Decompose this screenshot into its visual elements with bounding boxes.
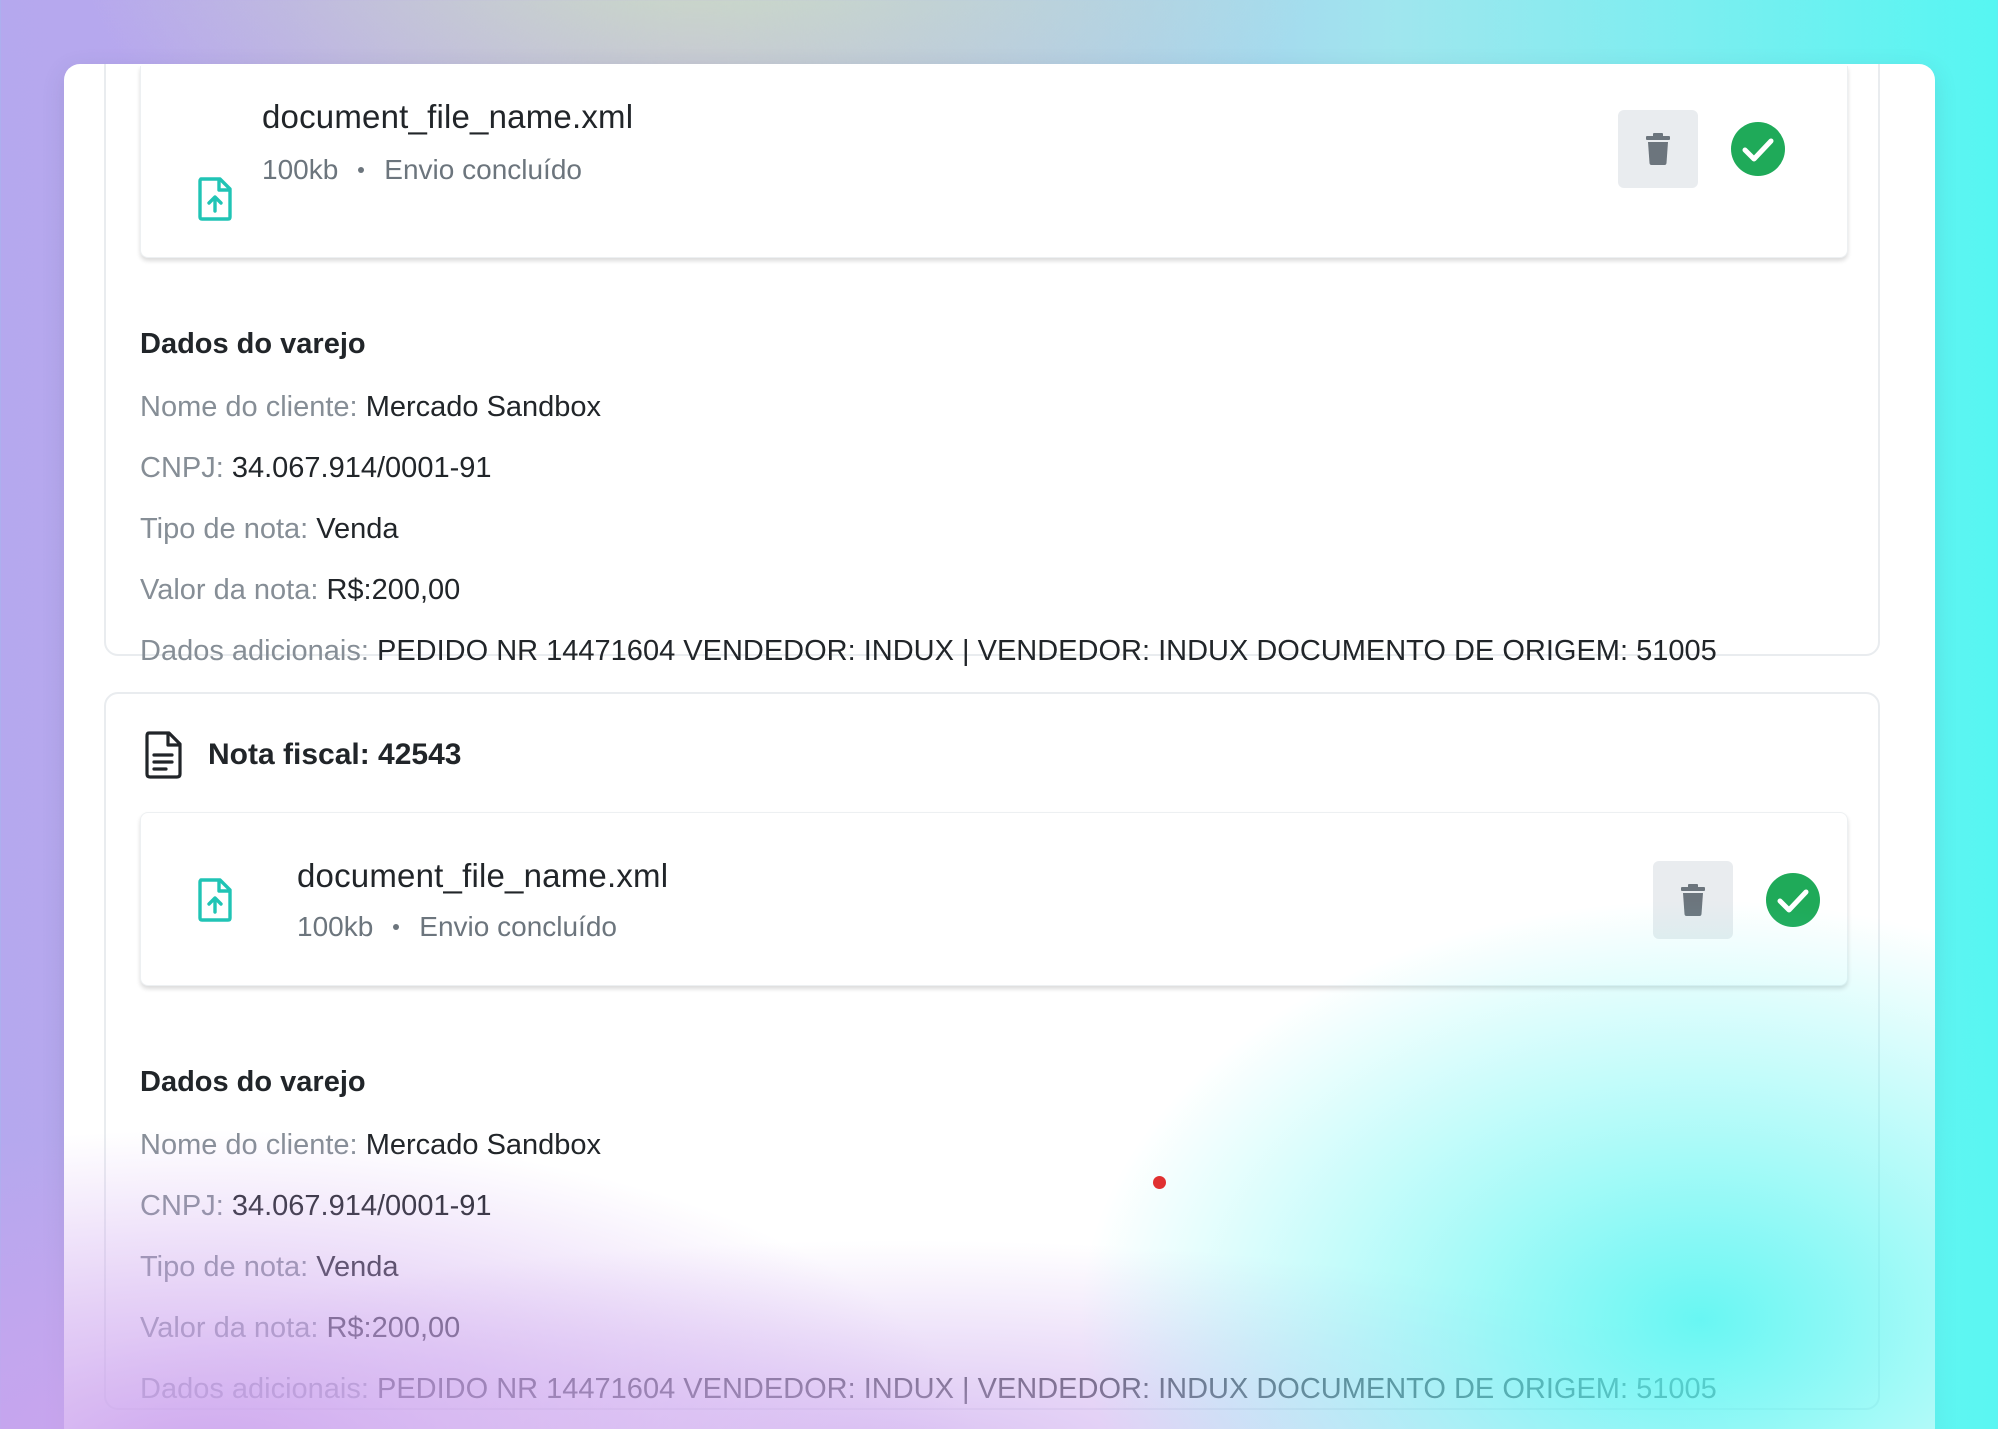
cnpj-value: 34.067.914/0001-91 bbox=[231, 452, 492, 484]
note-amount-value: R$:200,00 bbox=[326, 574, 461, 606]
retail-details: Dados do varejo Nome do cliente: Mercado… bbox=[140, 1064, 1717, 1407]
check-circle-icon bbox=[1766, 873, 1820, 927]
file-meta: 100kb Envio concluído bbox=[262, 154, 582, 186]
note-amount-label: Valor da nota: bbox=[140, 574, 319, 606]
cnpj-row: CNPJ: 34.067.914/0001-91 bbox=[140, 450, 1717, 486]
separator-dot bbox=[358, 167, 365, 173]
note-amount-value: R$:200,00 bbox=[326, 1312, 461, 1344]
retail-details: Dados do varejo Nome do cliente: Mercado… bbox=[140, 326, 1717, 669]
note-type-label: Tipo de nota: bbox=[140, 1251, 309, 1283]
invoice-header: Nota fiscal: 42543 bbox=[142, 730, 461, 780]
client-name-label: Nome do cliente: bbox=[140, 391, 358, 423]
cnpj-label: CNPJ: bbox=[140, 1190, 224, 1222]
client-name-label: Nome do cliente: bbox=[140, 1129, 358, 1161]
invoice-title: Nota fiscal: 42543 bbox=[208, 738, 462, 771]
pointer-indicator bbox=[1153, 1176, 1166, 1189]
cnpj-row: CNPJ: 34.067.914/0001-91 bbox=[140, 1188, 1717, 1224]
file-upload-icon bbox=[198, 177, 232, 221]
note-amount-row: Valor da nota: R$:200,00 bbox=[140, 572, 1717, 608]
check-circle-icon bbox=[1731, 122, 1785, 176]
file-size: 100kb bbox=[297, 911, 374, 942]
client-name-value: Mercado Sandbox bbox=[365, 1129, 602, 1161]
client-name-row: Nome do cliente: Mercado Sandbox bbox=[140, 1127, 1717, 1163]
note-type-value: Venda bbox=[316, 1251, 399, 1283]
section-title: Dados do varejo bbox=[140, 1066, 366, 1098]
invoice-list-panel: document_file_name.xml 100kb Envio concl… bbox=[64, 64, 1935, 1429]
additional-data-value: PEDIDO NR 14471604 VENDEDOR: INDUX | VEN… bbox=[376, 635, 1717, 667]
trash-icon bbox=[1646, 133, 1670, 165]
note-type-value: Venda bbox=[316, 513, 399, 545]
additional-data-label: Dados adicionais: bbox=[140, 635, 369, 667]
section-title: Dados do varejo bbox=[140, 328, 366, 360]
file-name: document_file_name.xml bbox=[262, 98, 634, 135]
cnpj-value: 34.067.914/0001-91 bbox=[231, 1190, 492, 1222]
additional-data-row: Dados adicionais: PEDIDO NR 14471604 VEN… bbox=[140, 633, 1717, 669]
client-name-value: Mercado Sandbox bbox=[365, 391, 602, 423]
additional-data-row: Dados adicionais: PEDIDO NR 14471604 VEN… bbox=[140, 1371, 1717, 1407]
additional-data-label: Dados adicionais: bbox=[140, 1373, 369, 1405]
note-type-label: Tipo de nota: bbox=[140, 513, 309, 545]
note-amount-row: Valor da nota: R$:200,00 bbox=[140, 1310, 1717, 1346]
file-size: 100kb bbox=[262, 154, 339, 185]
note-amount-label: Valor da nota: bbox=[140, 1312, 319, 1344]
document-icon bbox=[145, 731, 182, 779]
invoice-card: Nota fiscal: 42543 document_file_name.xm… bbox=[104, 692, 1880, 1410]
delete-file-button[interactable] bbox=[1653, 861, 1733, 939]
upload-status: Envio concluído bbox=[384, 154, 582, 185]
note-type-row: Tipo de nota: Venda bbox=[140, 1249, 1717, 1285]
additional-data-value: PEDIDO NR 14471604 VENDEDOR: INDUX | VEN… bbox=[376, 1373, 1717, 1405]
file-meta: 100kb Envio concluído bbox=[297, 911, 617, 943]
invoice-card: document_file_name.xml 100kb Envio concl… bbox=[104, 64, 1880, 667]
note-type-row: Tipo de nota: Venda bbox=[140, 511, 1717, 547]
file-name: document_file_name.xml bbox=[297, 857, 669, 894]
client-name-row: Nome do cliente: Mercado Sandbox bbox=[140, 389, 1717, 425]
uploaded-file-item: document_file_name.xml 100kb Envio concl… bbox=[140, 812, 1848, 986]
delete-file-button[interactable] bbox=[1618, 110, 1698, 188]
cnpj-label: CNPJ: bbox=[140, 452, 224, 484]
file-upload-icon bbox=[198, 878, 232, 922]
separator-dot bbox=[393, 924, 400, 930]
upload-status: Envio concluído bbox=[419, 911, 617, 942]
trash-icon bbox=[1681, 884, 1705, 916]
